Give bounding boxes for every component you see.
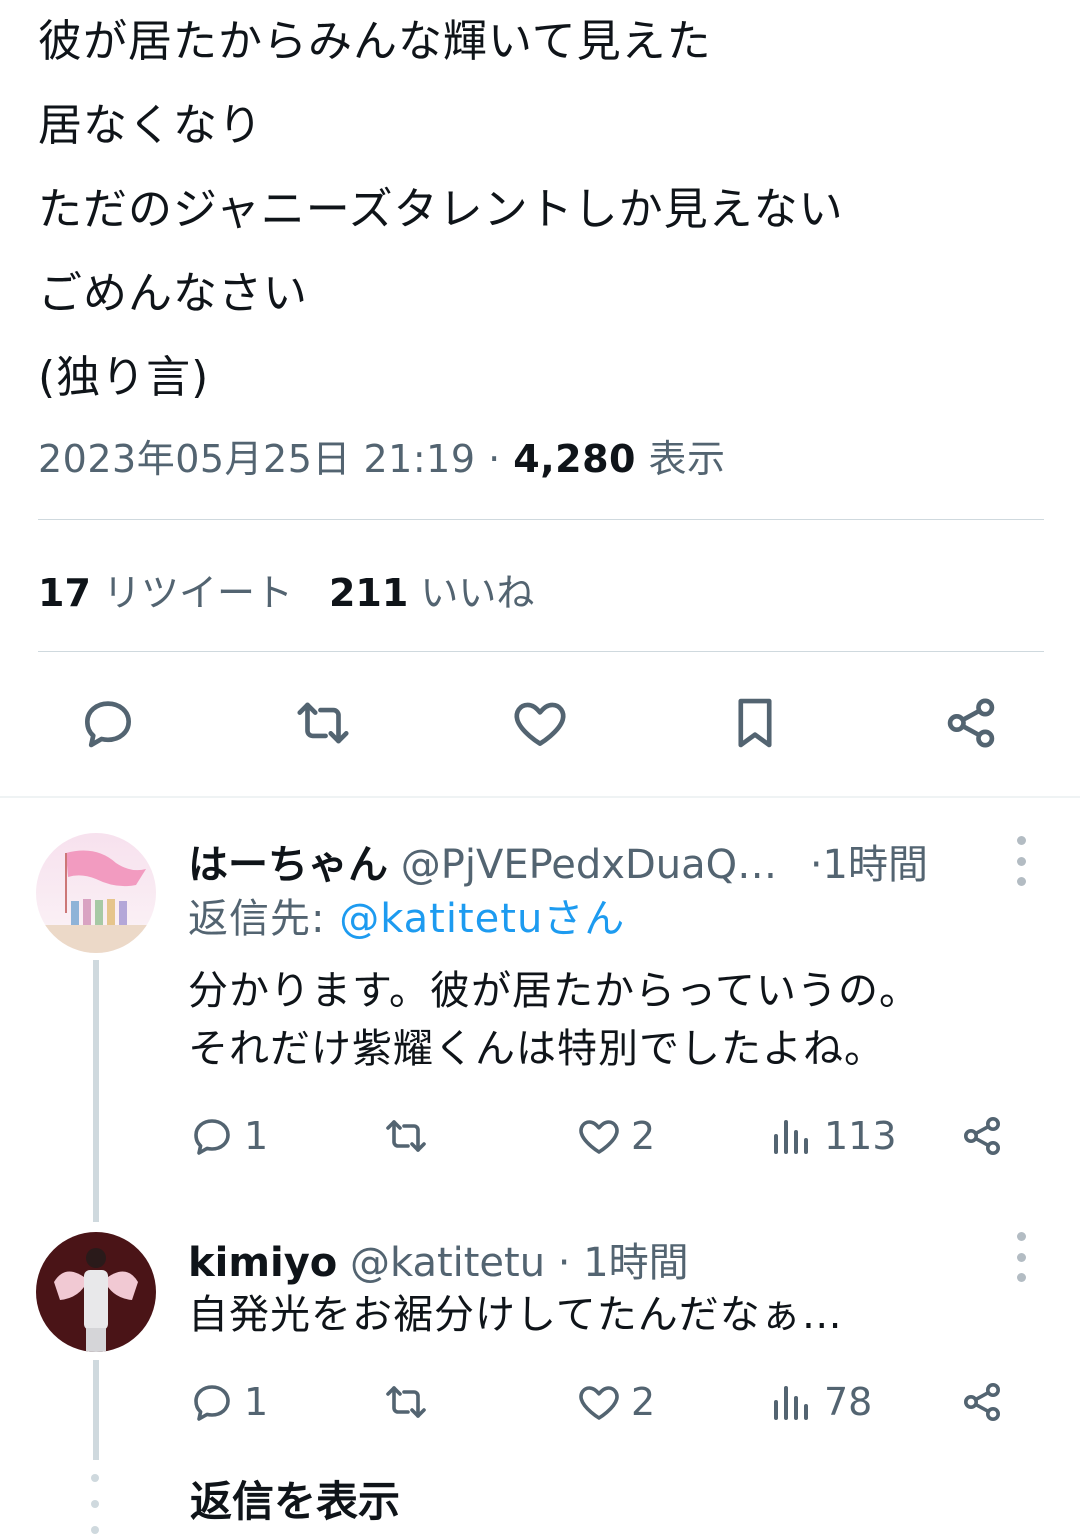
reply-to: 返信先: @katitetuさん: [188, 890, 625, 948]
share-button[interactable]: [958, 1112, 1014, 1160]
retweet-button[interactable]: [382, 1112, 438, 1160]
share-button[interactable]: [958, 1378, 1014, 1426]
reply-icon: [85, 701, 131, 748]
tweet-text: 彼が居たからみんな輝いて見えた 居なくなり ただのジャニーズタレントしか見えない…: [38, 0, 1048, 420]
reply-text: 自発光をお裾分けしてたんだなぁ…: [188, 1286, 843, 1344]
reply-button[interactable]: 1: [188, 1378, 268, 1426]
like-button[interactable]: 2: [575, 1112, 655, 1160]
tweet-line: ただのジャニーズタレントしか見えない: [38, 184, 844, 235]
divider: [38, 519, 1044, 520]
more-options-button[interactable]: [1006, 836, 1036, 886]
retweet-button[interactable]: [382, 1378, 438, 1426]
likes-label: いいね: [408, 571, 535, 615]
views-button[interactable]: 78: [768, 1378, 872, 1426]
more-options-button[interactable]: [1006, 1232, 1036, 1282]
heart-icon: [579, 1120, 619, 1154]
retweet-icon: [297, 702, 349, 744]
reply-button[interactable]: [73, 688, 143, 758]
tweet-action-bar: [0, 688, 1080, 768]
reply-text: 分かります。彼が居たからっていうの。 それだけ紫耀くんは特別でしたよね。: [188, 962, 920, 1078]
reply-line: 自発光をお裾分けしてたんだなぁ…: [188, 1292, 843, 1338]
tweet-line: 彼が居たからみんな輝いて見えた: [38, 16, 712, 67]
reply-to-label: 返信先:: [188, 896, 340, 942]
reply-line: 分かります。彼が居たからっていうの。: [188, 968, 920, 1014]
retweet-button[interactable]: [288, 688, 358, 758]
display-name[interactable]: kimiyo: [188, 1240, 337, 1286]
views-label: 表示: [635, 437, 726, 481]
thread-line: [93, 1360, 99, 1460]
avatar-image: [36, 833, 156, 953]
retweets-label: リツイート: [90, 571, 293, 615]
tweet-line: 居なくなり: [38, 100, 263, 151]
reply-header: kimiyo @katitetu · 1時間: [188, 1230, 689, 1288]
thread-continuation-dots: [90, 1474, 100, 1534]
display-name[interactable]: はーちゃん: [188, 842, 388, 888]
like-button[interactable]: [505, 688, 575, 758]
retweet-icon: [386, 1120, 426, 1152]
analytics-icon: [774, 1120, 808, 1154]
mention-link[interactable]: @katitetuさん: [339, 896, 625, 942]
reply-time[interactable]: ·1時間: [797, 842, 928, 888]
likes-count: 211: [328, 571, 409, 615]
share-icon: [947, 698, 995, 748]
like-button[interactable]: 2: [575, 1378, 655, 1426]
views-count: 78: [824, 1380, 873, 1424]
avatar[interactable]: [36, 1232, 156, 1352]
bookmark-button[interactable]: [720, 688, 790, 758]
like-count: 2: [631, 1114, 656, 1158]
heart-icon: [514, 702, 566, 746]
retweets-count: 17: [38, 571, 91, 615]
views-count: 4,280: [513, 437, 636, 481]
reply-line: それだけ紫耀くんは特別でしたよね。: [188, 1026, 885, 1072]
avatar-image: [36, 1232, 156, 1352]
timestamp[interactable]: 2023年05月25日 21:19 ·: [38, 437, 513, 481]
share-icon: [964, 1117, 1000, 1155]
views-button[interactable]: 113: [768, 1112, 897, 1160]
user-handle[interactable]: @PjVEPedxDuaQ…: [388, 842, 777, 888]
likes-stat[interactable]: 211 いいね: [329, 571, 534, 615]
thread-line: [93, 960, 99, 1222]
section-separator: [0, 796, 1080, 798]
share-button[interactable]: [936, 688, 1006, 758]
reply-icon: [194, 1385, 230, 1421]
tweet-line: ごめんなさい: [38, 268, 308, 319]
heart-icon: [579, 1386, 619, 1420]
reply-count: 1: [244, 1114, 269, 1158]
retweet-icon: [386, 1386, 426, 1418]
tweet-stats: 17 リツイート 211 いいね: [38, 562, 534, 617]
like-count: 2: [631, 1380, 656, 1424]
divider: [38, 651, 1044, 652]
views-count: 113: [824, 1114, 897, 1158]
avatar[interactable]: [36, 833, 156, 953]
reply-button[interactable]: 1: [188, 1112, 268, 1160]
tweet-line: (独り言): [38, 352, 210, 403]
analytics-icon: [774, 1386, 808, 1420]
reply-header: はーちゃん @PjVEPedxDuaQ… ·1時間: [188, 832, 928, 890]
bookmark-icon: [738, 698, 772, 748]
share-icon: [964, 1383, 1000, 1421]
user-handle[interactable]: @katitetu: [337, 1240, 545, 1286]
reply-icon: [194, 1119, 230, 1155]
reply-time[interactable]: · 1時間: [545, 1240, 689, 1286]
retweets-stat[interactable]: 17 リツイート: [38, 571, 293, 615]
reply-count: 1: [244, 1380, 269, 1424]
tweet-meta: 2023年05月25日 21:19 · 4,280 表示: [38, 428, 726, 483]
show-replies-link[interactable]: 返信を表示: [190, 1468, 400, 1529]
